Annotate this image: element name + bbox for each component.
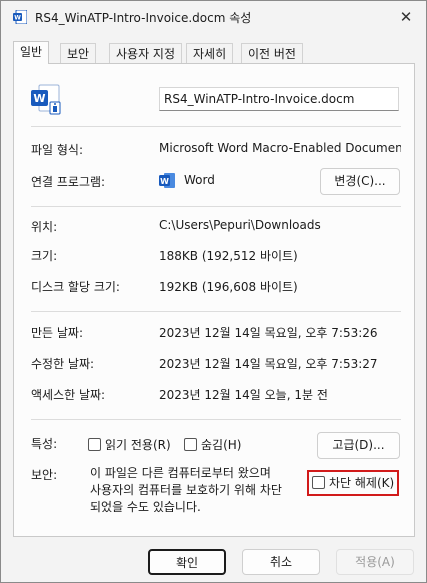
size-label: 크기: — [31, 249, 58, 263]
modified-label: 수정한 날짜: — [31, 357, 95, 371]
tab-previous-versions[interactable]: 이전 버전 — [241, 43, 303, 63]
size-value: 188KB (192,512 바이트) — [159, 249, 298, 263]
svg-text:W: W — [33, 92, 45, 105]
svg-text:W: W — [160, 177, 169, 186]
svg-text:W: W — [14, 15, 21, 22]
accessed-value: 2023년 12월 14일 오늘, 1분 전 — [159, 388, 328, 402]
file-type-label: 파일 형식: — [31, 143, 84, 157]
title-bar[interactable]: W RS4_WinATP-Intro-Invoice.docm 속성 ✕ — [1, 1, 426, 33]
location-value: C:\Users\Pepuri\Downloads — [159, 218, 321, 232]
readonly-label: 읽기 전용(R) — [105, 438, 171, 452]
cancel-button[interactable]: 취소 — [242, 549, 320, 575]
general-panel: W RS4_WinATP-Intro-Invoice.docm 파일 형식: M… — [13, 63, 415, 537]
security-message-line: 되었을 수도 있습니다. — [90, 500, 201, 514]
location-label: 위치: — [31, 220, 58, 234]
close-icon: ✕ — [399, 8, 413, 26]
security-message-line: 사용자의 컴퓨터를 보호하기 위해 차단 — [90, 483, 282, 497]
window-title: RS4_WinATP-Intro-Invoice.docm 속성 — [35, 11, 252, 25]
size-on-disk-label: 디스크 할당 크기: — [31, 280, 120, 294]
tab-details[interactable]: 자세히 — [186, 43, 234, 63]
readonly-checkbox[interactable]: 읽기 전용(R) — [88, 436, 171, 453]
accessed-label: 액세스한 날짜: — [31, 388, 106, 402]
advanced-button[interactable]: 고급(D)... — [317, 432, 400, 459]
unblock-checkbox[interactable]: 차단 해제(K) — [307, 470, 399, 496]
close-button[interactable]: ✕ — [394, 5, 418, 29]
open-with-value: Word — [184, 173, 215, 187]
open-with-label: 연결 프로그램: — [31, 175, 106, 189]
hidden-label: 숨김(H) — [201, 438, 242, 452]
file-type-value: Microsoft Word Macro-Enabled Document(.d — [159, 141, 401, 155]
change-button[interactable]: 변경(C)... — [320, 168, 400, 195]
created-label: 만든 날짜: — [31, 326, 84, 340]
tab-general[interactable]: 일반 — [13, 41, 50, 64]
word-macro-file-icon: W — [31, 84, 61, 115]
word-icon: W — [159, 173, 175, 188]
checkbox-box[interactable] — [88, 438, 101, 451]
created-value: 2023년 12월 14일 목요일, 오후 7:53:26 — [159, 326, 378, 340]
security-message: 이 파일은 다른 컴퓨터로부터 왔으며 사용자의 컴퓨터를 보호하기 위해 차단… — [90, 465, 282, 516]
hidden-checkbox[interactable]: 숨김(H) — [184, 436, 241, 453]
apply-button[interactable]: 적용(A) — [336, 549, 414, 575]
word-document-icon: W — [13, 10, 27, 24]
divider — [31, 206, 401, 207]
ok-button[interactable]: 확인 — [148, 549, 226, 575]
modified-value: 2023년 12월 14일 목요일, 오후 7:53:27 — [159, 357, 378, 371]
security-label: 보안: — [31, 468, 58, 482]
filename-input[interactable]: RS4_WinATP-Intro-Invoice.docm — [159, 87, 399, 111]
divider — [31, 126, 401, 127]
attributes-label: 특성: — [31, 437, 58, 451]
checkbox-box[interactable] — [312, 476, 325, 489]
divider — [31, 311, 401, 312]
security-message-line: 이 파일은 다른 컴퓨터로부터 왔으며 — [90, 466, 271, 480]
checkbox-box[interactable] — [184, 438, 197, 451]
tab-strip: 일반 보안 사용자 지정 자세히 이전 버전 — [13, 41, 415, 64]
unblock-label: 차단 해제(K) — [329, 476, 395, 490]
properties-dialog: W RS4_WinATP-Intro-Invoice.docm 속성 ✕ 일반 … — [0, 0, 427, 583]
tab-custom[interactable]: 사용자 지정 — [109, 43, 183, 63]
tab-security[interactable]: 보안 — [60, 43, 97, 63]
divider — [31, 419, 401, 420]
size-on-disk-value: 192KB (196,608 바이트) — [159, 280, 298, 294]
